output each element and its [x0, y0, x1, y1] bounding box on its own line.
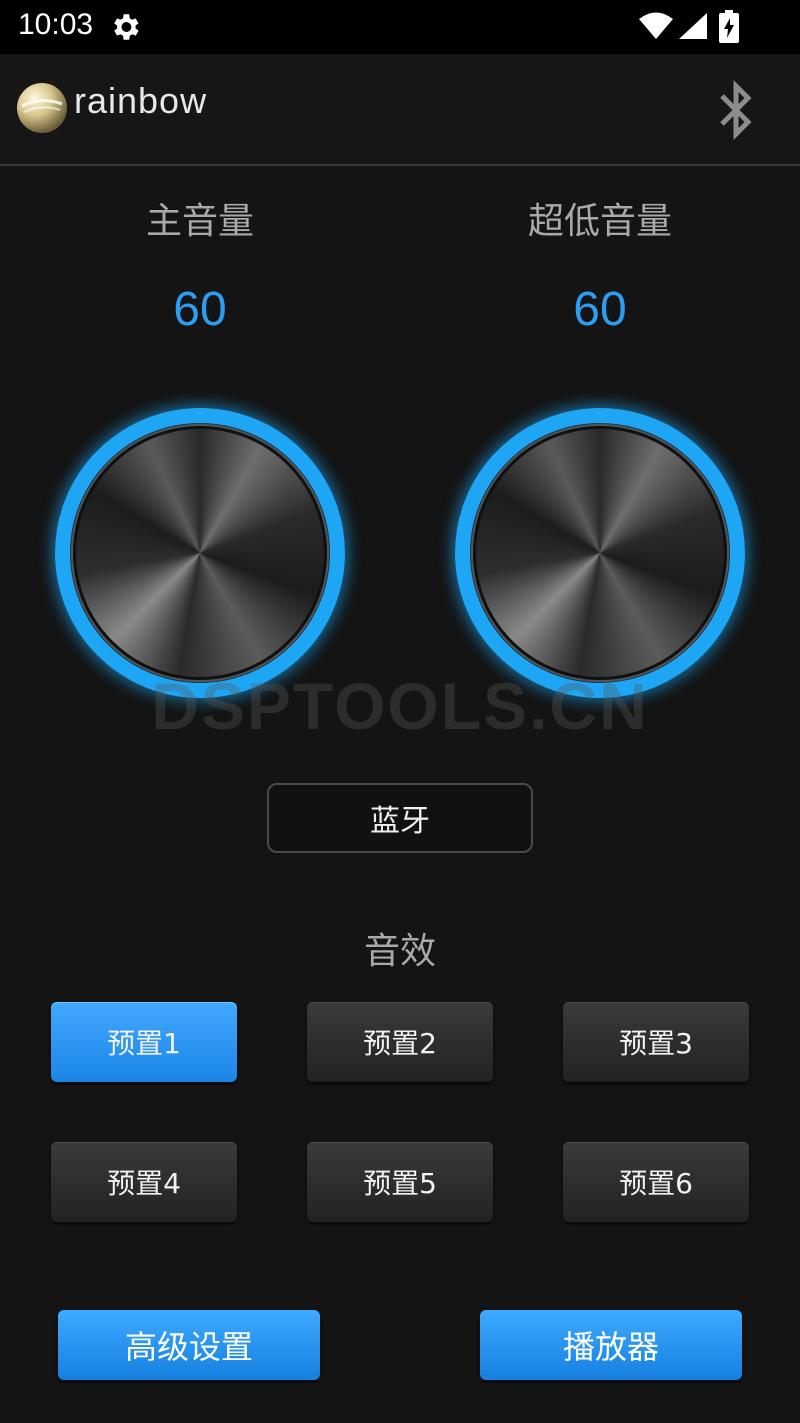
gear-icon [114, 14, 139, 40]
preset-2-button[interactable]: 预置2 [307, 1002, 493, 1082]
signal-icon [679, 13, 707, 39]
rainbow-logo-icon [17, 83, 67, 133]
main-volume-knob[interactable] [55, 408, 345, 698]
main-volume-label: 主音量 [145, 201, 254, 242]
sub-volume-value: 60 [573, 283, 627, 336]
player-button[interactable]: 播放器 [480, 1310, 742, 1380]
preset-6-button[interactable]: 预置6 [563, 1142, 749, 1222]
bluetooth-button[interactable]: 蓝牙 [267, 783, 533, 853]
battery-charging-icon [719, 10, 739, 43]
sub-volume-knob[interactable] [455, 408, 745, 698]
knob-face [73, 426, 327, 680]
preset-1-button[interactable]: 预置1 [51, 1002, 237, 1082]
watermark: DSPTOOLS.CN [151, 669, 649, 743]
bluetooth-icon[interactable] [714, 78, 760, 144]
logo-text: rainbow [74, 80, 208, 121]
app-header: rainbow [0, 54, 800, 166]
main-volume-value: 60 [173, 283, 227, 336]
effects-title: 音效 [363, 931, 436, 972]
sub-volume-label: 超低音量 [527, 201, 672, 242]
advanced-settings-button[interactable]: 高级设置 [58, 1310, 320, 1380]
status-time: 10:03 [18, 8, 94, 41]
wifi-icon [639, 12, 673, 39]
preset-4-button[interactable]: 预置4 [51, 1142, 237, 1222]
knob-face [473, 426, 727, 680]
status-bar: 10:03 [0, 0, 800, 54]
preset-5-button[interactable]: 预置5 [307, 1142, 493, 1222]
preset-3-button[interactable]: 预置3 [563, 1002, 749, 1082]
